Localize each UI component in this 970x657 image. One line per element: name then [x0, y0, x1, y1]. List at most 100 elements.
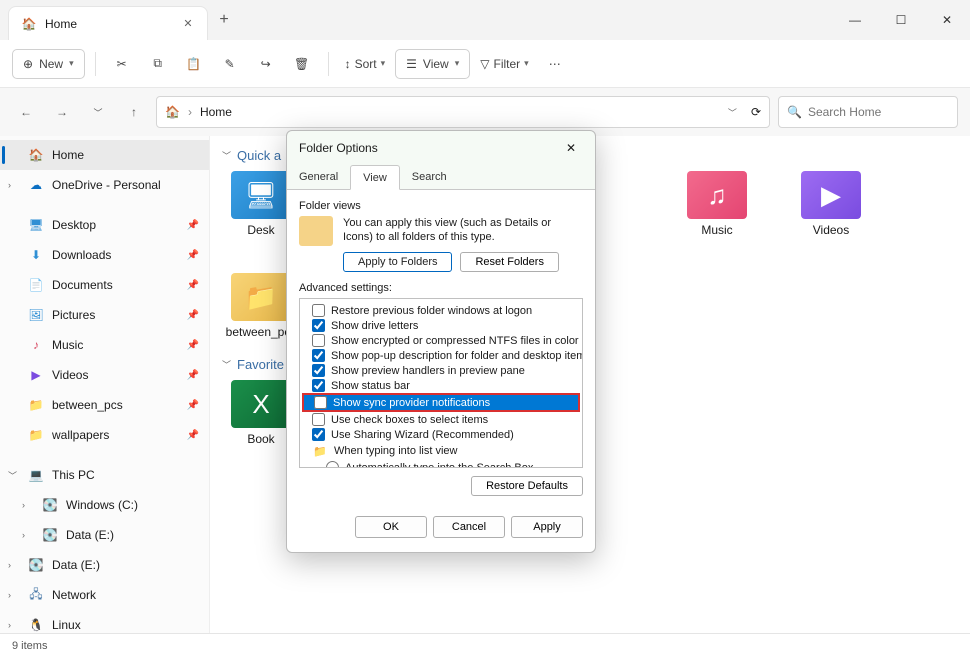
sort-label: Sort: [355, 57, 377, 71]
apply-to-folders-button[interactable]: Apply to Folders: [343, 252, 452, 272]
sidebar-item-data-e2[interactable]: ›💽Data (E:): [0, 550, 209, 580]
section-label: Favorite: [237, 357, 284, 372]
cut-button[interactable]: ✂: [106, 48, 138, 80]
cancel-button[interactable]: Cancel: [433, 516, 505, 538]
sidebar-item-home[interactable]: 🏠 Home: [0, 140, 209, 170]
option-drive-letters[interactable]: Show drive letters: [302, 318, 580, 333]
sidebar-item-label: wallpapers: [52, 428, 109, 442]
expand-icon[interactable]: ›: [8, 180, 11, 190]
folder-views-row: You can apply this view (such as Details…: [299, 216, 583, 246]
reset-folders-button[interactable]: Reset Folders: [460, 252, 558, 272]
filter-icon: ▽: [480, 57, 489, 71]
folder-music[interactable]: ♫Music: [678, 171, 756, 237]
forward-button[interactable]: →: [48, 98, 76, 126]
refresh-icon[interactable]: ⟳: [751, 105, 761, 119]
sort-button[interactable]: ↕ Sort ▾: [339, 48, 392, 80]
sidebar-item-network[interactable]: ›🖧Network: [0, 580, 209, 610]
restore-defaults-button[interactable]: Restore Defaults: [471, 476, 583, 496]
expand-icon[interactable]: ›: [22, 530, 25, 540]
sidebar-item-thispc[interactable]: ﹀💻This PC: [0, 460, 209, 490]
expand-icon[interactable]: ›: [8, 590, 11, 600]
tab-search[interactable]: Search: [400, 165, 459, 189]
breadcrumb[interactable]: Home: [200, 105, 232, 119]
sidebar-item-videos[interactable]: ▶Videos📌: [0, 360, 209, 390]
option-preview-handlers[interactable]: Show preview handlers in preview pane: [302, 363, 580, 378]
sidebar-item-label: Home: [52, 148, 84, 162]
view-label: View: [423, 57, 449, 71]
search-input[interactable]: [808, 105, 949, 119]
checkbox[interactable]: [312, 413, 325, 426]
address-bar[interactable]: 🏠 › Home ﹀ ⟳: [156, 96, 770, 128]
sidebar-item-desktop[interactable]: 🖥Desktop📌: [0, 210, 209, 240]
copy-button[interactable]: ⧉: [142, 48, 174, 80]
collapse-icon[interactable]: ﹀: [8, 469, 17, 482]
checkbox[interactable]: [312, 428, 325, 441]
sidebar-item-windows-c[interactable]: ›💽Windows (C:): [0, 490, 209, 520]
option-checkboxes[interactable]: Use check boxes to select items: [302, 412, 580, 427]
desktop-icon: 🖥: [28, 217, 44, 233]
view-button[interactable]: ☰ View ▾: [395, 49, 470, 79]
checkbox[interactable]: [314, 396, 327, 409]
expand-icon[interactable]: ›: [8, 560, 11, 570]
sidebar-item-downloads[interactable]: ⬇Downloads📌: [0, 240, 209, 270]
option-encrypted-color[interactable]: Show encrypted or compressed NTFS files …: [302, 333, 580, 348]
option-restore-previous[interactable]: Restore previous folder windows at logon: [302, 303, 580, 318]
ok-button[interactable]: OK: [355, 516, 427, 538]
chevron-down-icon: ﹀: [222, 358, 231, 371]
rename-button[interactable]: ✎: [214, 48, 246, 80]
sidebar-item-linux[interactable]: ›🐧Linux: [0, 610, 209, 633]
more-button[interactable]: ⋯: [539, 48, 571, 80]
checkbox[interactable]: [312, 304, 325, 317]
tab-home[interactable]: 🏠 Home ✕: [8, 6, 208, 40]
share-button[interactable]: ↪: [250, 48, 282, 80]
checkbox[interactable]: [312, 349, 325, 362]
separator: [95, 52, 96, 76]
expand-icon[interactable]: ›: [8, 620, 11, 630]
option-label: Show pop-up description for folder and d…: [331, 350, 583, 362]
close-tab-icon[interactable]: ✕: [181, 17, 195, 31]
new-tab-button[interactable]: +: [208, 11, 240, 29]
dialog-close-button[interactable]: ✕: [559, 141, 583, 155]
sidebar-item-wallpapers[interactable]: 📁wallpapers📌: [0, 420, 209, 450]
sidebar-item-label: Data (E:): [66, 528, 114, 542]
minimize-button[interactable]: —: [832, 0, 878, 40]
expand-icon[interactable]: ›: [22, 500, 25, 510]
filter-button[interactable]: ▽ Filter ▾: [474, 48, 534, 80]
search-box[interactable]: 🔍: [778, 96, 958, 128]
checkbox[interactable]: [312, 364, 325, 377]
sidebar-item-between[interactable]: 📁between_pcs📌: [0, 390, 209, 420]
option-popup-description[interactable]: Show pop-up description for folder and d…: [302, 348, 580, 363]
back-button[interactable]: ←: [12, 98, 40, 126]
option-sync-notifications[interactable]: Show sync provider notifications: [304, 395, 578, 410]
sidebar-group-thispc: ﹀💻This PC ›💽Windows (C:) ›💽Data (E:) ›💽D…: [0, 460, 209, 633]
tab-general[interactable]: General: [287, 165, 350, 189]
tab-view[interactable]: View: [350, 165, 400, 190]
recent-menu-button[interactable]: ﹀: [84, 98, 112, 126]
chevron-down-icon[interactable]: ﹀: [728, 106, 737, 119]
close-window-button[interactable]: ✕: [924, 0, 970, 40]
radio[interactable]: [326, 461, 339, 468]
search-icon: 🔍: [787, 105, 802, 119]
dialog-titlebar[interactable]: Folder Options ✕: [287, 131, 595, 165]
advanced-settings-list[interactable]: Restore previous folder windows at logon…: [299, 298, 583, 468]
sidebar-item-data-e1[interactable]: ›💽Data (E:): [0, 520, 209, 550]
option-auto-type[interactable]: Automatically type into the Search Box: [302, 460, 580, 468]
folder-views-text: You can apply this view (such as Details…: [343, 216, 583, 246]
checkbox[interactable]: [312, 334, 325, 347]
paste-button[interactable]: 📋: [178, 48, 210, 80]
option-status-bar[interactable]: Show status bar: [302, 378, 580, 393]
maximize-button[interactable]: ☐: [878, 0, 924, 40]
option-label: Show drive letters: [331, 320, 418, 332]
delete-button[interactable]: 🗑: [286, 48, 318, 80]
new-button[interactable]: ⊕ New ▾: [12, 49, 85, 79]
sidebar-item-pictures[interactable]: 🖼Pictures📌: [0, 300, 209, 330]
option-sharing-wizard[interactable]: Use Sharing Wizard (Recommended): [302, 427, 580, 442]
up-button[interactable]: ↑: [120, 98, 148, 126]
folder-videos[interactable]: ▶Videos: [792, 171, 870, 237]
checkbox[interactable]: [312, 379, 325, 392]
sidebar-item-documents[interactable]: 📄Documents📌: [0, 270, 209, 300]
checkbox[interactable]: [312, 319, 325, 332]
sidebar-item-music[interactable]: ♪Music📌: [0, 330, 209, 360]
sidebar-item-onedrive[interactable]: › ☁ OneDrive - Personal: [0, 170, 209, 200]
apply-button[interactable]: Apply: [511, 516, 583, 538]
